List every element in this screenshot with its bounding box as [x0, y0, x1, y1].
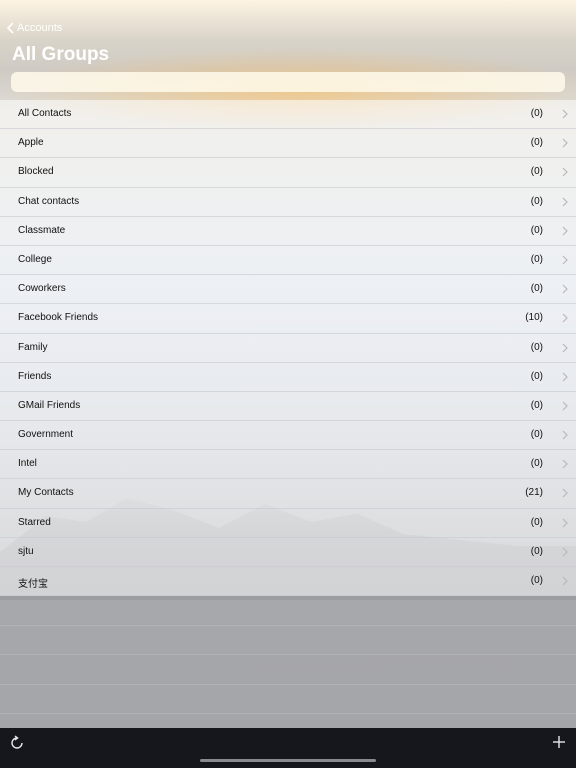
group-row[interactable]: My Contacts (21): [0, 479, 576, 509]
chevron-right-icon: [562, 255, 568, 265]
chevron-right-icon: [562, 313, 568, 323]
chevron-right-icon: [562, 226, 568, 236]
chevron-left-icon: [6, 22, 14, 34]
group-row[interactable]: All Contacts (0): [0, 100, 576, 130]
group-count: (0): [530, 429, 543, 441]
group-count: (0): [530, 108, 543, 119]
group-name: College: [18, 253, 52, 265]
group-row[interactable]: Chat contacts (0): [0, 187, 576, 217]
groups-list: All Contacts (0) Apple (0) Blocked (0) Chat co…: [0, 100, 576, 597]
group-count: (0): [530, 370, 543, 382]
chevron-right-icon: [562, 430, 568, 440]
group-row[interactable]: Government (0): [0, 421, 576, 451]
group-name: Apple: [18, 137, 44, 149]
group-count: (0): [530, 137, 543, 149]
group-name: Blocked: [18, 166, 54, 178]
group-name: 支付宝: [18, 579, 48, 590]
search-input[interactable]: [11, 72, 565, 92]
group-row[interactable]: 支付宝 (0): [0, 567, 576, 597]
group-name: Chat contacts: [18, 195, 80, 207]
group-row[interactable]: Starred (0): [0, 508, 576, 538]
page-title: All Groups: [12, 44, 110, 65]
group-count: (0): [530, 399, 543, 411]
group-count: (0): [530, 166, 543, 178]
chevron-right-icon: [562, 167, 568, 177]
group-count: (0): [530, 195, 543, 207]
group-row[interactable]: Classmate (0): [0, 216, 576, 246]
group-count: (0): [530, 458, 543, 470]
chevron-right-icon: [562, 372, 568, 382]
group-row[interactable]: Intel (0): [0, 450, 576, 480]
group-name: Coworkers: [18, 283, 66, 295]
group-count: (21): [525, 487, 543, 499]
group-name: Government: [18, 429, 74, 441]
chevron-right-icon: [562, 401, 568, 411]
chevron-right-icon: [562, 138, 568, 148]
back-button[interactable]: Accounts: [6, 20, 62, 36]
group-name: All Contacts: [18, 108, 72, 119]
bottom-toolbar: [0, 728, 576, 768]
group-count: (10): [525, 312, 543, 324]
refresh-icon[interactable]: [9, 735, 25, 751]
group-name: Family: [18, 341, 48, 353]
group-name: Classmate: [18, 224, 66, 236]
group-row[interactable]: College (0): [0, 245, 576, 276]
group-count: (0): [530, 575, 543, 586]
chevron-right-icon: [562, 343, 568, 352]
chevron-right-icon: [562, 489, 568, 498]
group-row[interactable]: GMail Friends (0): [0, 391, 576, 422]
group-count: (0): [530, 516, 543, 528]
group-count: (0): [530, 341, 543, 353]
group-row[interactable]: Friends (0): [0, 362, 576, 392]
group-name: My Contacts: [18, 487, 74, 499]
home-indicator: [200, 759, 376, 762]
group-count: (0): [530, 283, 543, 295]
group-row[interactable]: Apple (0): [0, 129, 576, 159]
chevron-right-icon: [562, 197, 568, 206]
group-name: Friends: [18, 370, 52, 382]
group-name: Facebook Friends: [18, 312, 99, 324]
plus-icon[interactable]: [552, 735, 566, 749]
chevron-right-icon: [562, 284, 568, 294]
group-count: (0): [530, 545, 543, 557]
chevron-right-icon: [562, 459, 568, 469]
group-count: (0): [530, 224, 543, 236]
back-button-label: Accounts: [17, 22, 63, 34]
group-name: Intel: [18, 458, 37, 470]
status-bar: [0, 0, 576, 14]
group-name: sjtu: [18, 545, 34, 557]
group-row[interactable]: Facebook Friends (10): [0, 304, 576, 334]
chevron-right-icon: [562, 576, 568, 586]
group-name: GMail Friends: [18, 399, 81, 411]
chevron-right-icon: [562, 547, 568, 557]
chevron-right-icon: [562, 518, 568, 528]
group-row[interactable]: Family (0): [0, 333, 576, 363]
group-row[interactable]: Blocked (0): [0, 158, 576, 188]
empty-rows: [0, 597, 576, 728]
group-row[interactable]: Coworkers (0): [0, 275, 576, 305]
group-count: (0): [530, 253, 543, 265]
group-name: Starred: [18, 516, 51, 528]
group-row[interactable]: sjtu (0): [0, 537, 576, 567]
chevron-right-icon: [562, 109, 568, 119]
